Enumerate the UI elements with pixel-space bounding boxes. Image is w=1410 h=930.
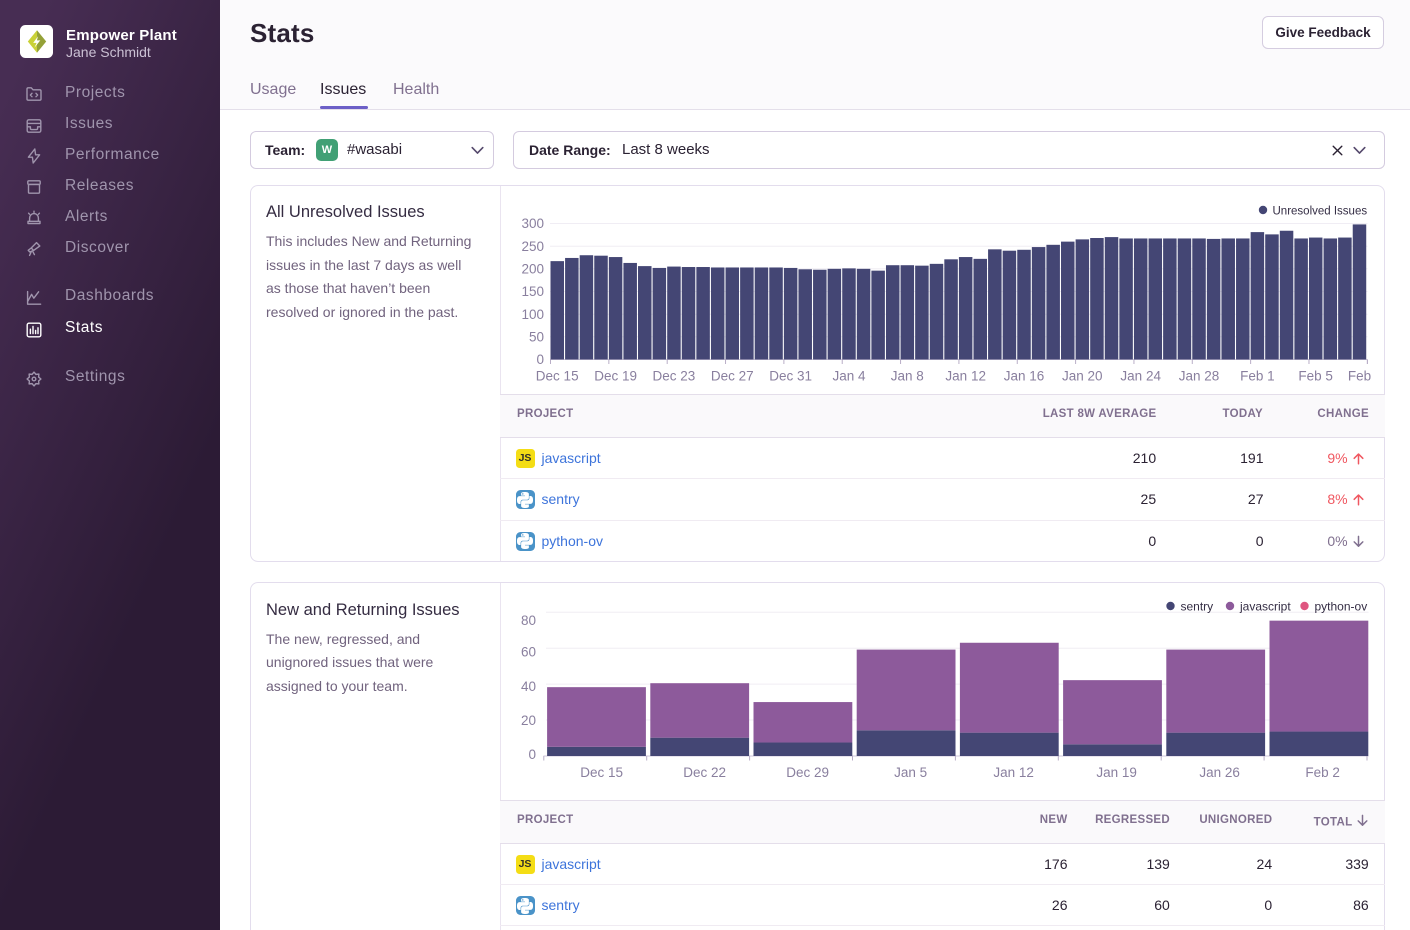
svg-text:Dec 27: Dec 27 (711, 369, 754, 384)
svg-text:200: 200 (521, 262, 544, 277)
svg-text:Jan 4: Jan 4 (832, 369, 866, 384)
svg-text:Jan 8: Jan 8 (891, 369, 924, 384)
svg-text:Feb 1: Feb 1 (1240, 369, 1275, 384)
svg-text:Dec 19: Dec 19 (594, 369, 637, 384)
svg-text:Feb: Feb (1348, 369, 1371, 384)
svg-text:100: 100 (521, 307, 544, 322)
svg-text:Jan 24: Jan 24 (1120, 369, 1161, 384)
svg-text:Jan 12: Jan 12 (945, 369, 986, 384)
svg-text:0: 0 (536, 352, 544, 367)
svg-text:Unresolved Issues: Unresolved Issues (1273, 206, 1368, 218)
svg-text:Dec 15: Dec 15 (536, 369, 579, 384)
svg-text:Feb 5: Feb 5 (1298, 369, 1333, 384)
svg-text:Dec 23: Dec 23 (653, 369, 696, 384)
svg-text:150: 150 (521, 284, 544, 299)
svg-text:Jan 20: Jan 20 (1062, 369, 1103, 384)
svg-text:Jan 16: Jan 16 (1004, 369, 1045, 384)
svg-text:Dec 31: Dec 31 (769, 369, 812, 384)
svg-text:250: 250 (521, 239, 544, 254)
svg-text:50: 50 (529, 330, 544, 345)
svg-text:Jan 28: Jan 28 (1179, 369, 1220, 384)
svg-text:300: 300 (521, 216, 544, 231)
